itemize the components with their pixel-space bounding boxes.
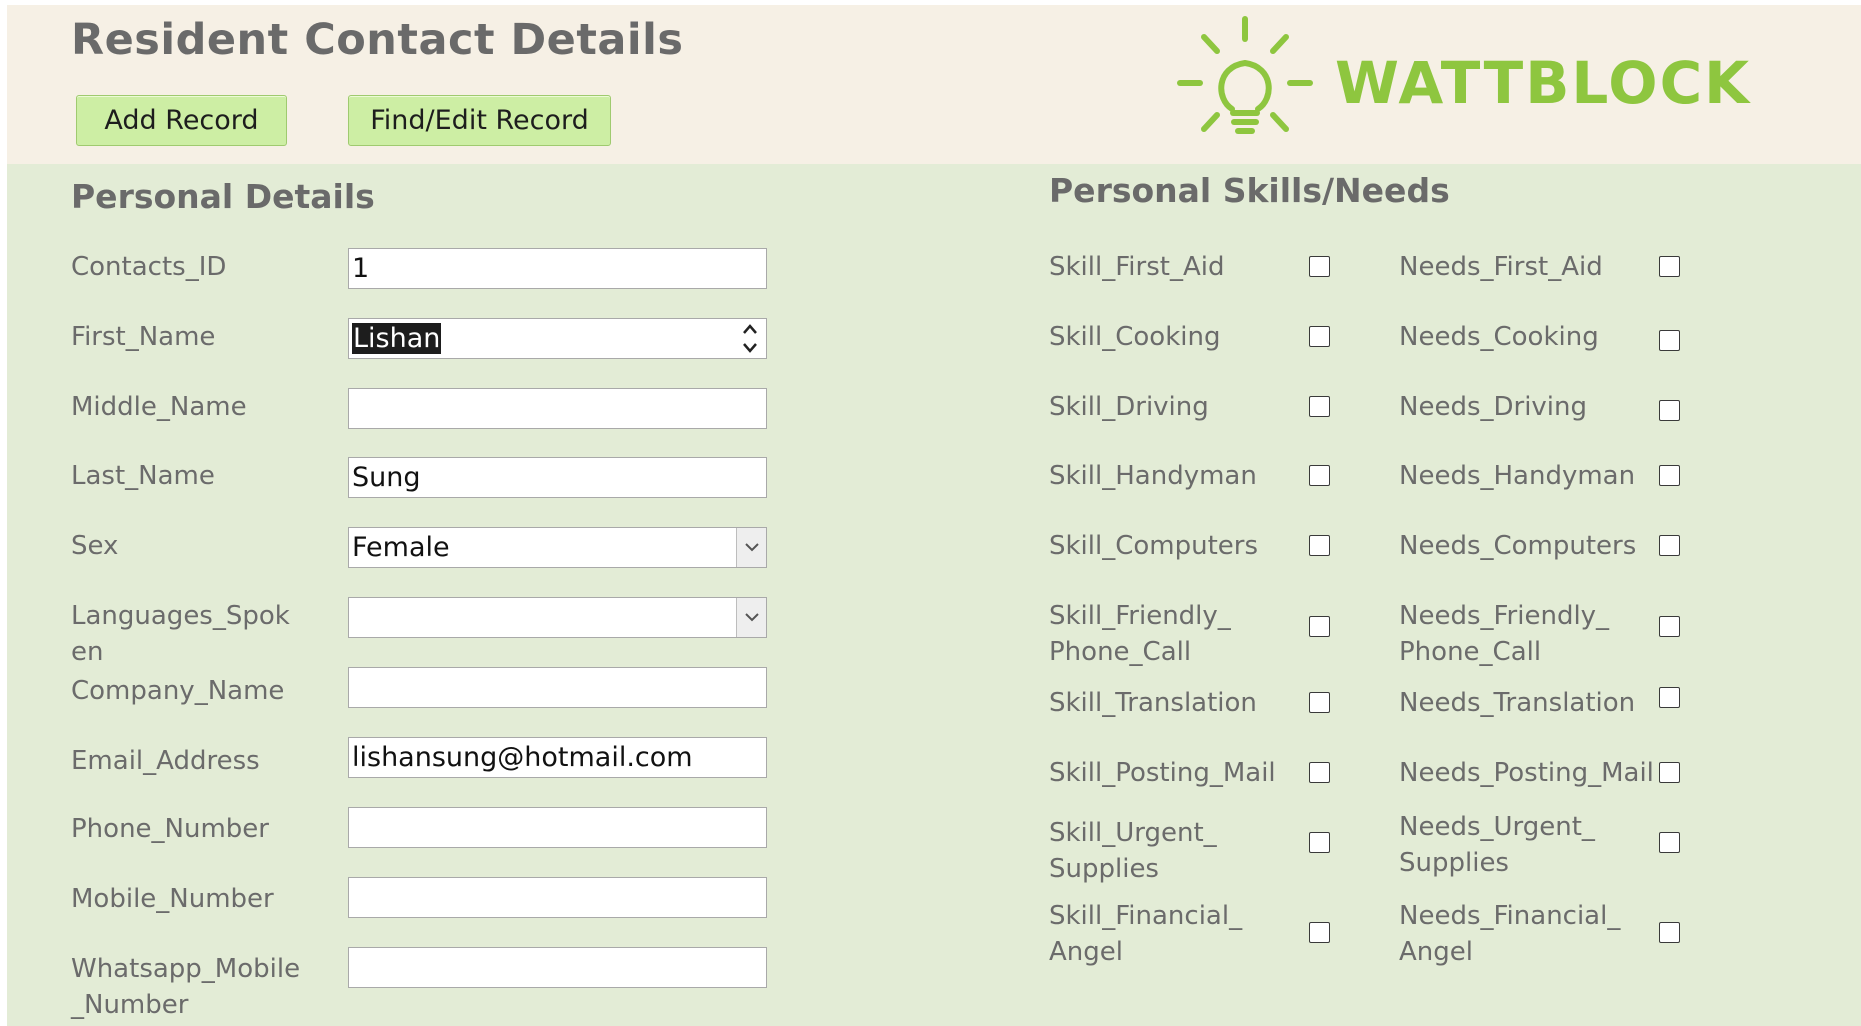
- label-needs-posting-mail: Needs_Posting_Mail: [1399, 758, 1654, 788]
- personal-details-title: Personal Details: [71, 177, 375, 216]
- chevron-down-icon[interactable]: [736, 598, 766, 637]
- lightbulb-icon: [1177, 16, 1313, 134]
- label-skill-posting-mail: Skill_Posting_Mail: [1049, 758, 1276, 788]
- needs-cooking-checkbox[interactable]: [1659, 330, 1680, 351]
- label-last-name: Last_Name: [71, 461, 215, 491]
- skill-computers-checkbox[interactable]: [1309, 535, 1330, 556]
- label-languages-spoken: Languages_Spoken: [71, 601, 290, 667]
- middle-name-field[interactable]: [348, 388, 767, 429]
- label-skill-cooking: Skill_Cooking: [1049, 322, 1221, 352]
- first-name-selected-text: Lishan: [352, 323, 442, 354]
- last-name-field[interactable]: Sung: [348, 457, 767, 498]
- needs-driving-checkbox[interactable]: [1659, 400, 1680, 421]
- label-skill-handyman: Skill_Handyman: [1049, 461, 1257, 491]
- label-needs-urgent-supplies: Needs_Urgent_ Supplies: [1399, 812, 1595, 878]
- logo-text: WATTBLOCK: [1335, 49, 1752, 117]
- skill-translation-checkbox[interactable]: [1309, 692, 1330, 713]
- skill-financial-angel-checkbox[interactable]: [1309, 922, 1330, 943]
- header: Resident Contact Details Add Record Find…: [7, 5, 1861, 164]
- label-needs-friendly-phone-call: Needs_Friendly_ Phone_Call: [1399, 601, 1610, 667]
- skill-cooking-checkbox[interactable]: [1309, 326, 1330, 347]
- label-mobile-number: Mobile_Number: [71, 884, 274, 914]
- skill-urgent-supplies-checkbox[interactable]: [1309, 832, 1330, 853]
- skills-needs-title: Personal Skills/Needs: [1049, 171, 1450, 210]
- find-edit-record-button[interactable]: Find/Edit Record: [348, 95, 611, 146]
- add-record-button[interactable]: Add Record: [76, 95, 287, 146]
- needs-financial-angel-checkbox[interactable]: [1659, 922, 1680, 943]
- label-needs-driving: Needs_Driving: [1399, 392, 1588, 422]
- app-window: Resident Contact Details Add Record Find…: [7, 5, 1861, 1026]
- needs-first-aid-checkbox[interactable]: [1659, 256, 1680, 277]
- label-needs-financial-angel: Needs_Financial_ Angel: [1399, 901, 1621, 967]
- sex-select[interactable]: Female: [348, 527, 767, 568]
- label-whatsapp-mobile-number: Whatsapp_Mobile_Number: [71, 954, 301, 1020]
- needs-translation-checkbox[interactable]: [1659, 687, 1680, 708]
- needs-posting-mail-checkbox[interactable]: [1659, 762, 1680, 783]
- whatsapp-mobile-number-field[interactable]: [348, 947, 767, 988]
- label-sex: Sex: [71, 531, 119, 561]
- needs-friendly-phone-call-checkbox[interactable]: [1659, 616, 1680, 637]
- skill-first-aid-checkbox[interactable]: [1309, 256, 1330, 277]
- label-needs-translation: Needs_Translation: [1399, 688, 1636, 718]
- label-middle-name: Middle_Name: [71, 392, 247, 422]
- email-address-field[interactable]: lishansung@hotmail.com: [348, 737, 767, 778]
- needs-handyman-checkbox[interactable]: [1659, 465, 1680, 486]
- label-company-name: Company_Name: [71, 676, 285, 706]
- label-first-name: First_Name: [71, 322, 216, 352]
- label-skill-driving: Skill_Driving: [1049, 392, 1209, 422]
- sex-select-value: Female: [352, 532, 450, 563]
- skill-handyman-checkbox[interactable]: [1309, 465, 1330, 486]
- contacts-id-field[interactable]: 1: [348, 248, 767, 289]
- up-down-arrows-icon[interactable]: [740, 322, 760, 355]
- label-contacts-id: Contacts_ID: [71, 252, 227, 282]
- label-email-address: Email_Address: [71, 746, 260, 776]
- phone-number-field[interactable]: [348, 807, 767, 848]
- needs-computers-checkbox[interactable]: [1659, 535, 1680, 556]
- label-skill-financial-angel: Skill_Financial_ Angel: [1049, 901, 1243, 967]
- company-name-field[interactable]: [348, 667, 767, 708]
- skill-friendly-phone-call-checkbox[interactable]: [1309, 616, 1330, 637]
- mobile-number-field[interactable]: [348, 877, 767, 918]
- wattblock-logo: WATTBLOCK: [1170, 11, 1749, 141]
- languages-spoken-select[interactable]: [348, 597, 767, 638]
- label-needs-cooking: Needs_Cooking: [1399, 322, 1599, 352]
- label-needs-first-aid: Needs_First_Aid: [1399, 252, 1603, 282]
- label-phone-number: Phone_Number: [71, 814, 269, 844]
- label-skill-urgent-supplies: Skill_Urgent_ Supplies: [1049, 818, 1217, 884]
- page-title: Resident Contact Details: [71, 15, 684, 65]
- chevron-down-icon[interactable]: [736, 528, 766, 567]
- skill-driving-checkbox[interactable]: [1309, 396, 1330, 417]
- label-skill-computers: Skill_Computers: [1049, 531, 1259, 561]
- first-name-field[interactable]: Lishan: [348, 318, 767, 359]
- skill-posting-mail-checkbox[interactable]: [1309, 762, 1330, 783]
- label-skill-translation: Skill_Translation: [1049, 688, 1257, 718]
- label-needs-handyman: Needs_Handyman: [1399, 461, 1636, 491]
- label-skill-friendly-phone-call: Skill_Friendly_ Phone_Call: [1049, 601, 1231, 667]
- label-skill-first-aid: Skill_First_Aid: [1049, 252, 1225, 282]
- label-needs-computers: Needs_Computers: [1399, 531, 1637, 561]
- needs-urgent-supplies-checkbox[interactable]: [1659, 832, 1680, 853]
